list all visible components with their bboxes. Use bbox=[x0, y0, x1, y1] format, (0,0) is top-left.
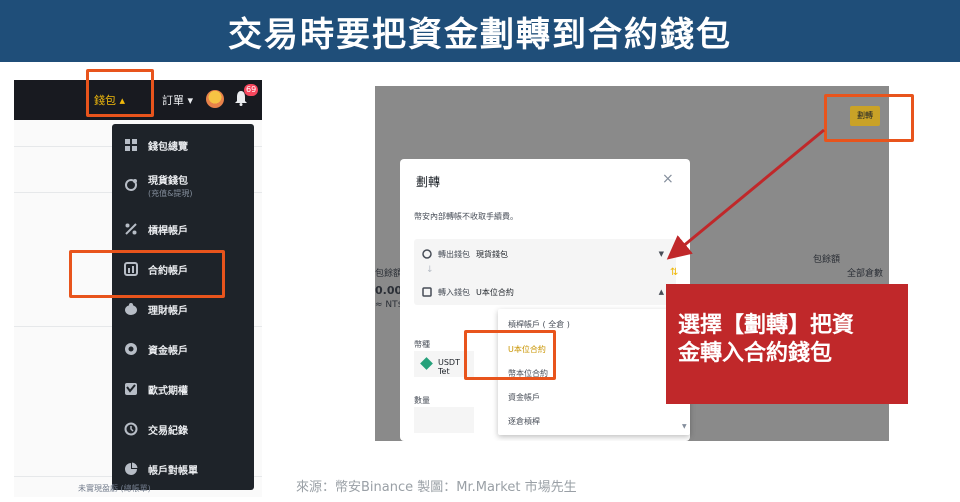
fee-note: 幣安內部轉帳不收取手續費。 bbox=[414, 212, 518, 221]
transfer-modal: 劃轉 × 幣安內部轉帳不收取手續費。 轉出錢包 現貨錢包 ▼ ↓ ⇅ 轉入錢包 … bbox=[400, 159, 690, 441]
options-icon bbox=[125, 383, 137, 395]
spot-wallet-icon bbox=[125, 179, 137, 191]
banner-title: 交易時要把資金劃轉到合約錢包 bbox=[228, 14, 732, 55]
futures-icon bbox=[422, 287, 432, 297]
menu-sublabel: (充值&提現) bbox=[148, 188, 193, 198]
percent-icon bbox=[125, 223, 137, 235]
coin-label: 幣種 bbox=[414, 340, 430, 349]
dropdown-option[interactable]: 資金帳戶 bbox=[508, 392, 540, 403]
avatar[interactable] bbox=[206, 90, 224, 108]
grid-icon bbox=[125, 139, 137, 151]
arrow-down-icon: ↓ bbox=[426, 265, 434, 275]
wallet-dropdown-menu: 錢包總覽 現貨錢包 (充值&提現) 槓桿帳戶 合約帳戶 理財帳戶 資金帳戶 歐式… bbox=[112, 124, 254, 490]
menu-label: 錢包總覽 bbox=[148, 141, 188, 153]
transfer-route: 轉出錢包 現貨錢包 ▼ ↓ ⇅ 轉入錢包 U本位合約 ▲ bbox=[414, 239, 678, 305]
highlight-usdm-option bbox=[464, 330, 556, 380]
piggy-bank-icon bbox=[125, 303, 137, 315]
menu-item-wallet-overview[interactable]: 錢包總覽 bbox=[112, 126, 254, 164]
callout-line-2: 金轉入合約錢包 bbox=[678, 341, 833, 366]
spot-wallet-icon bbox=[422, 249, 432, 259]
chevron-up-icon: ▲ bbox=[658, 288, 664, 296]
menu-label: 帳戶對帳單 bbox=[148, 465, 198, 477]
menu-label: 交易紀錄 bbox=[148, 425, 188, 437]
instruction-callout: 選擇【劃轉】把資 金轉入合約錢包 bbox=[666, 284, 908, 404]
menu-label: 槓桿帳戶 bbox=[148, 225, 188, 237]
close-icon[interactable]: × bbox=[662, 171, 674, 187]
dropdown-option[interactable]: 逐倉槓桿 bbox=[508, 416, 540, 427]
menu-item-options[interactable]: 歐式期權 bbox=[112, 370, 254, 408]
all-positions-label: 全部倉數 bbox=[847, 269, 884, 279]
menu-label: 現貨錢包 bbox=[148, 175, 188, 187]
quantity-label: 數量 bbox=[414, 396, 430, 405]
to-wallet-value: U本位合約 bbox=[476, 287, 514, 297]
menu-item-margin-account[interactable]: 槓桿帳戶 bbox=[112, 210, 254, 248]
menu-label: 歐式期權 bbox=[148, 385, 188, 397]
nav-orders-link[interactable]: 訂單 ▾ bbox=[162, 92, 193, 108]
history-icon bbox=[124, 422, 138, 436]
menu-item-trade-history[interactable]: 交易紀錄 bbox=[112, 410, 254, 448]
highlight-wallet bbox=[86, 69, 154, 117]
balance-label-right: 包餘額 bbox=[813, 255, 841, 265]
quantity-input[interactable] bbox=[414, 407, 474, 433]
pie-chart-icon bbox=[125, 462, 138, 475]
scroll-down-icon[interactable]: ▼ bbox=[682, 423, 687, 430]
to-wallet-label: 轉入錢包 bbox=[438, 287, 470, 297]
dropdown-option[interactable]: 槓桿帳戶 ( 全倉 ) bbox=[508, 319, 570, 330]
modal-title: 劃轉 bbox=[416, 175, 441, 189]
from-wallet-value: 現貨錢包 bbox=[476, 249, 508, 259]
unrealized-pnl-label: 未實現盈虧 (總帳單) bbox=[78, 484, 151, 493]
highlight-transfer-button bbox=[824, 94, 914, 142]
menu-item-funding-account[interactable]: 資金帳戶 bbox=[112, 330, 254, 368]
callout-line-1: 選擇【劃轉】把資 bbox=[678, 313, 855, 338]
notification-badge: 69 bbox=[244, 84, 259, 96]
to-wallet-select[interactable]: 轉入錢包 U本位合約 ▲ bbox=[422, 283, 670, 301]
menu-label: 資金帳戶 bbox=[148, 345, 188, 357]
from-wallet-label: 轉出錢包 bbox=[438, 249, 470, 259]
source-caption: 來源：幣安Binance 製圖：Mr.Market 市場先生 bbox=[296, 480, 577, 495]
chevron-down-icon: ▼ bbox=[658, 250, 664, 258]
funding-icon bbox=[125, 343, 137, 355]
swap-icon[interactable]: ⇅ bbox=[670, 267, 678, 278]
from-wallet-select[interactable]: 轉出錢包 現貨錢包 ▼ bbox=[422, 245, 670, 263]
menu-item-spot-wallet[interactable]: 現貨錢包 (充值&提現) bbox=[112, 166, 254, 204]
menu-label: 理財帳戶 bbox=[148, 305, 188, 317]
balance-label: 包餘額 bbox=[375, 269, 403, 279]
title-banner: 交易時要把資金劃轉到合約錢包 bbox=[0, 0, 960, 62]
usdt-icon bbox=[420, 357, 433, 370]
highlight-futures-account bbox=[69, 250, 225, 298]
